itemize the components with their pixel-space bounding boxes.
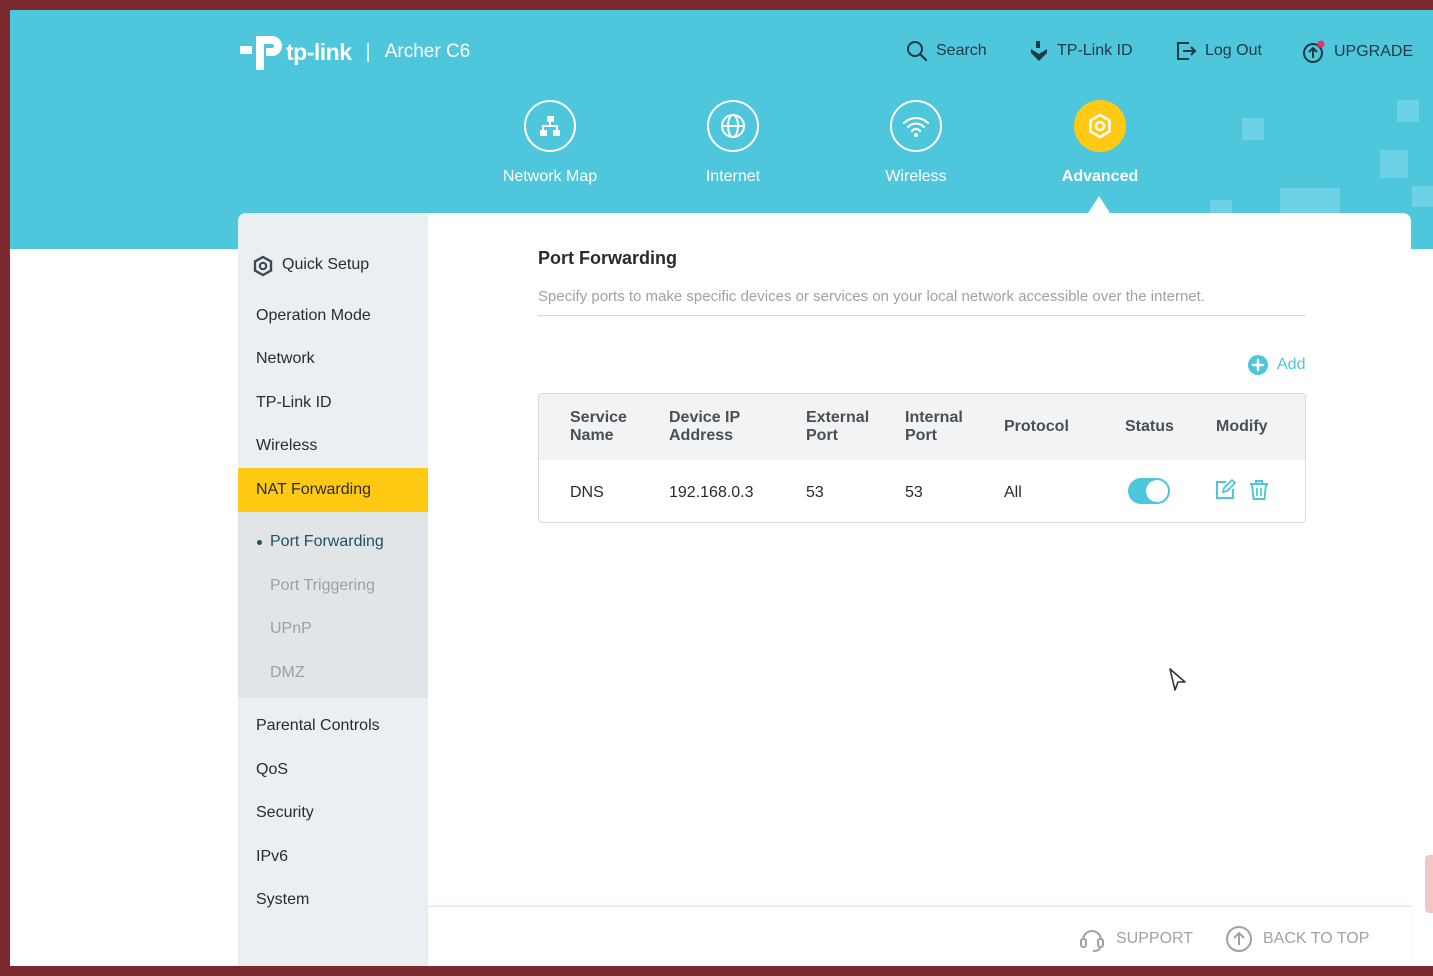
edit-icon — [1216, 478, 1237, 499]
nav-network-map-label: Network Map — [502, 168, 598, 185]
sidebar-item-label: Security — [256, 804, 314, 821]
headset-icon — [1080, 930, 1104, 952]
nat-forwarding-submenu: Port Forwarding Port Triggering UPnP DMZ — [238, 512, 428, 698]
sidebar-item-label: QoS — [256, 761, 289, 778]
sidebar-item-label: Quick Setup — [282, 256, 370, 273]
gear-icon — [1074, 100, 1126, 152]
sidebar-item-qos[interactable]: QoS — [238, 748, 428, 792]
search-label: Search — [936, 42, 987, 59]
status-toggle[interactable] — [1128, 478, 1170, 504]
section-divider — [538, 315, 1306, 316]
page-title: Port Forwarding — [538, 248, 677, 268]
sidebar-item-label: Parental Controls — [256, 717, 380, 734]
logout-link[interactable]: Log Out — [1175, 40, 1262, 62]
header-internal-port: Internal Port — [905, 409, 963, 444]
main-nav: Network Map Internet Wireless Advanced — [10, 100, 1433, 210]
footer-bar: SUPPORT BACK TO TOP — [428, 906, 1411, 966]
header-modify: Modify — [1216, 418, 1268, 435]
sidebar-item-quick-setup[interactable]: Quick Setup — [238, 243, 428, 287]
nav-internet[interactable]: Internet — [663, 100, 803, 186]
sidebar-item-wireless[interactable]: Wireless — [238, 424, 428, 468]
subitem-port-forwarding[interactable]: Port Forwarding — [238, 522, 428, 562]
sidebar-item-label: NAT Forwarding — [256, 481, 371, 498]
network-map-icon — [524, 100, 576, 152]
edge-handle — [1425, 855, 1433, 913]
support-link[interactable]: SUPPORT — [1078, 925, 1193, 953]
header-external-port: External Port — [806, 409, 870, 444]
upgrade-link[interactable]: UPGRADE — [1302, 40, 1413, 64]
router-admin-window: tp-link | Archer C6 Search TP-Link ID Lo… — [10, 10, 1433, 966]
header-device-ip: Device IP Address — [669, 409, 741, 444]
subitem-label: UPnP — [270, 620, 312, 637]
wifi-icon — [890, 100, 942, 152]
port-forwarding-table: Service Name Device IP Address External Por… — [538, 393, 1306, 523]
sidebar: Quick Setup Operation Mode Network TP-Li… — [238, 213, 428, 966]
sidebar-item-network[interactable]: Network — [238, 337, 428, 381]
sidebar-item-operation-mode[interactable]: Operation Mode — [238, 294, 428, 338]
add-label: Add — [1277, 356, 1306, 373]
subitem-upnp[interactable]: UPnP — [238, 609, 428, 649]
sidebar-item-label: IPv6 — [256, 848, 289, 865]
sidebar-item-tplink-id[interactable]: TP-Link ID — [238, 381, 428, 425]
add-circle-icon — [1248, 355, 1268, 375]
search-icon — [907, 41, 928, 62]
nav-wireless-label: Wireless — [885, 168, 947, 185]
tplink-id-label: TP-Link ID — [1057, 42, 1133, 59]
upgrade-icon — [1303, 40, 1325, 63]
sidebar-item-parental-controls[interactable]: Parental Controls — [238, 704, 428, 748]
cell-protocol: All — [1004, 484, 1022, 501]
edit-button[interactable] — [1214, 478, 1237, 506]
gear-icon — [253, 255, 273, 277]
nav-advanced-label: Advanced — [1061, 168, 1139, 185]
delete-button[interactable] — [1248, 479, 1270, 506]
trash-icon — [1250, 480, 1268, 500]
upgrade-label: UPGRADE — [1334, 43, 1414, 60]
subitem-label: Port Triggering — [270, 577, 375, 594]
subitem-dmz[interactable]: DMZ — [238, 653, 428, 693]
sidebar-item-label: System — [256, 891, 310, 908]
table-header: Service Name Device IP Address External Por… — [539, 394, 1305, 460]
header-status: Status — [1125, 418, 1174, 435]
sidebar-item-label: TP-Link ID — [256, 394, 332, 411]
nav-wireless[interactable]: Wireless — [846, 100, 986, 186]
top-links: Search TP-Link ID Log Out UPGRADE — [10, 40, 1433, 70]
cell-internal-port: 53 — [905, 484, 923, 501]
cell-external-port: 53 — [806, 484, 824, 501]
search-link[interactable]: Search — [906, 40, 987, 62]
sidebar-item-label: Wireless — [256, 437, 318, 454]
globe-icon — [707, 100, 759, 152]
toggle-knob — [1146, 480, 1168, 502]
logout-label: Log Out — [1205, 42, 1262, 59]
active-nav-pointer — [1088, 196, 1110, 213]
sidebar-item-nat-forwarding[interactable]: NAT Forwarding — [238, 468, 428, 512]
cell-service-name: DNS — [570, 484, 604, 501]
header-service-name: Service Name — [570, 409, 627, 444]
add-button[interactable]: Add — [1247, 354, 1305, 376]
sidebar-item-security[interactable]: Security — [238, 791, 428, 835]
arrow-up-circle-icon — [1226, 926, 1252, 952]
subitem-label: DMZ — [270, 664, 305, 681]
sidebar-item-label: Operation Mode — [256, 307, 371, 324]
subitem-port-triggering[interactable]: Port Triggering — [238, 566, 428, 606]
sidebar-item-ipv6[interactable]: IPv6 — [238, 835, 428, 879]
back-to-top-label: BACK TO TOP — [1263, 930, 1370, 947]
header-protocol: Protocol — [1004, 418, 1069, 435]
tplink-id-icon — [1031, 41, 1047, 61]
tplink-id-link[interactable]: TP-Link ID — [1029, 40, 1133, 62]
support-label: SUPPORT — [1116, 930, 1194, 947]
logout-icon — [1177, 42, 1197, 60]
cell-device-ip: 192.168.0.3 — [669, 484, 754, 501]
nav-internet-label: Internet — [705, 168, 761, 185]
subitem-label: Port Forwarding — [270, 533, 384, 550]
sidebar-item-label: Network — [256, 350, 315, 367]
sidebar-item-system[interactable]: System — [238, 878, 428, 922]
nav-advanced[interactable]: Advanced — [1030, 100, 1170, 186]
mouse-pointer-icon — [1169, 668, 1186, 691]
nav-network-map[interactable]: Network Map — [480, 100, 620, 186]
page-description: Specify ports to make specific devices o… — [538, 288, 1205, 305]
back-to-top-link[interactable]: BACK TO TOP — [1225, 925, 1369, 953]
